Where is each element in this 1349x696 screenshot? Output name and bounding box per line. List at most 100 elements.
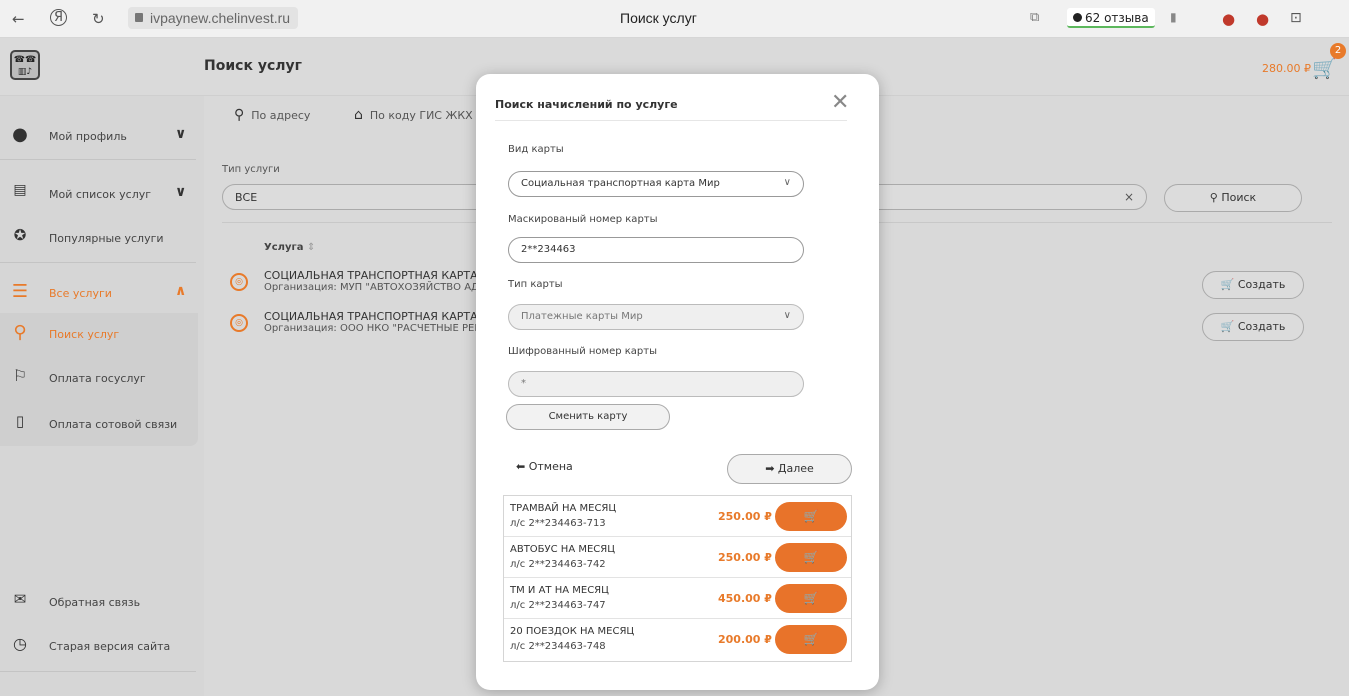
sidebar-item-label: Мой список услуг bbox=[49, 188, 152, 201]
chevron-up-icon[interactable]: ∧ bbox=[175, 283, 186, 299]
sidebar-item-label: Все услуги bbox=[49, 287, 112, 300]
lock-icon bbox=[135, 13, 143, 22]
logo-icon[interactable]: ☎☎ ▥♪ bbox=[10, 50, 40, 80]
sidebar-item-popular[interactable]: ✪ Популярные услуги bbox=[0, 218, 204, 258]
card-icon: ◎ bbox=[230, 314, 248, 332]
service-org: Организация: ООО НКО "РАСЧЕТНЫЕ РЕШ bbox=[264, 323, 486, 334]
extension-icon[interactable]: ● bbox=[1256, 10, 1269, 28]
cart-icon[interactable]: 🛒 bbox=[1312, 56, 1337, 80]
table-row: ТМ И АТ НА МЕСЯЦ л/с 2**234463-747 450.0… bbox=[504, 578, 851, 619]
sidebar-item-my-services[interactable]: ▤ Мой список услуг ∨ bbox=[0, 174, 204, 214]
service-org: Организация: МУП "АВТОХОЗЯЙСТВО АДМ bbox=[264, 282, 488, 293]
service-type-value: ВСЕ bbox=[235, 191, 258, 204]
add-to-cart-button[interactable]: 🛒 bbox=[775, 625, 847, 654]
tabs-icon[interactable]: ⧉ bbox=[1030, 10, 1039, 25]
service-title: СОЦИАЛЬНАЯ ТРАНСПОРТНАЯ КАРТА М bbox=[264, 269, 491, 282]
flag-icon: ⚐ bbox=[12, 366, 28, 385]
clear-icon[interactable]: × bbox=[1124, 190, 1134, 204]
tab-by-address[interactable]: ⚲ По адресу bbox=[234, 107, 310, 123]
divider bbox=[0, 159, 196, 160]
card-kind-select[interactable]: Социальная транспортная карта Мир ∨ bbox=[508, 171, 804, 197]
sidebar-item-old-site[interactable]: ◷ Старая версия сайта bbox=[0, 626, 204, 666]
chevron-down-icon: ∨ bbox=[783, 177, 791, 188]
results-table: ТРАМВАЙ НА МЕСЯЦ л/с 2**234463-713 250.0… bbox=[503, 495, 852, 662]
service-type-label: Тип услуги bbox=[222, 164, 280, 175]
back-arrow-icon: ⬅ bbox=[516, 460, 526, 473]
list-icon: ☰ bbox=[11, 281, 29, 302]
masked-number-label: Маскированый номер карты bbox=[508, 214, 658, 225]
divider bbox=[0, 262, 196, 263]
sidebar-item-label: Популярные услуги bbox=[49, 232, 164, 245]
puzzle-icon[interactable]: ⊡ bbox=[1290, 10, 1302, 26]
modal-title: Поиск начислений по услуге bbox=[495, 98, 678, 111]
sidebar: ● Мой профиль ∨ ▤ Мой список услуг ∨ ✪ П… bbox=[0, 96, 204, 696]
sidebar-item-search-services[interactable]: ⚲ Поиск услуг bbox=[0, 314, 204, 354]
search-button[interactable]: ⚲ Поиск bbox=[1164, 184, 1302, 212]
url-text: ivpaynew.chelinvest.ru bbox=[150, 10, 291, 26]
sidebar-item-label: Поиск услуг bbox=[49, 328, 120, 341]
comment-icon bbox=[1073, 13, 1082, 22]
cart-total[interactable]: 280.00 ₽ bbox=[1262, 62, 1311, 75]
tab-title: Поиск услуг bbox=[620, 10, 697, 26]
browser-chrome: ← Я ↻ ivpaynew.chelinvest.ru Поиск услуг… bbox=[0, 0, 1349, 38]
add-to-cart-button[interactable]: 🛒 bbox=[775, 543, 847, 572]
phone-icon: ▯ bbox=[15, 412, 25, 430]
add-to-cart-button[interactable]: 🛒 bbox=[775, 584, 847, 613]
address-bar[interactable]: ivpaynew.chelinvest.ru bbox=[128, 7, 299, 29]
cancel-button[interactable]: ⬅ Отмена bbox=[516, 460, 573, 473]
sidebar-item-gov-payments[interactable]: ⚐ Оплата госуслуг bbox=[0, 358, 204, 398]
result-name: 20 ПОЕЗДОК НА МЕСЯЦ bbox=[510, 626, 635, 637]
yandex-icon[interactable]: Я bbox=[50, 9, 67, 26]
result-account: л/с 2**234463-713 bbox=[510, 518, 606, 529]
back-icon[interactable]: ← bbox=[12, 10, 25, 28]
change-card-button[interactable]: Сменить карту bbox=[506, 404, 670, 430]
service-title: СОЦИАЛЬНАЯ ТРАНСПОРТНАЯ КАРТА М bbox=[264, 310, 491, 323]
sidebar-item-all-services[interactable]: ☰ Все услуги ∧ bbox=[0, 273, 204, 313]
sidebar-item-label: Оплата госуслуг bbox=[49, 372, 146, 385]
sidebar-item-label: Обратная связь bbox=[49, 596, 141, 609]
chevron-down-icon[interactable]: ∨ bbox=[175, 126, 186, 142]
card-type-value: Платежные карты Мир bbox=[521, 311, 643, 322]
reviews-badge[interactable]: 62 отзыва bbox=[1067, 8, 1155, 28]
column-header-service[interactable]: Услуга ⇕ bbox=[264, 242, 315, 253]
sidebar-item-mobile-payments[interactable]: ▯ Оплата сотовой связи bbox=[0, 404, 204, 444]
encrypted-number-field[interactable]: * bbox=[508, 371, 804, 397]
sidebar-item-label: Старая версия сайта bbox=[49, 640, 171, 653]
chevron-down-icon[interactable]: ∨ bbox=[175, 184, 186, 200]
create-button-label: Создать bbox=[1237, 278, 1286, 291]
tab-by-gis-code[interactable]: ⌂ По коду ГИС ЖКХ bbox=[354, 107, 473, 123]
card-kind-label: Вид карты bbox=[508, 144, 564, 155]
create-button-label: Создать bbox=[1237, 320, 1286, 333]
result-name: ТМ И АТ НА МЕСЯЦ bbox=[510, 585, 609, 596]
chevron-down-icon: ∨ bbox=[783, 310, 791, 321]
card-type-select[interactable]: Платежные карты Мир ∨ bbox=[508, 304, 804, 330]
sort-icon: ⇕ bbox=[306, 242, 316, 253]
close-icon[interactable]: ✕ bbox=[831, 90, 849, 115]
divider bbox=[495, 120, 847, 121]
card-type-label: Тип карты bbox=[508, 279, 563, 290]
next-button-label: Далее bbox=[777, 462, 814, 475]
result-account: л/с 2**234463-747 bbox=[510, 600, 606, 611]
sidebar-item-profile[interactable]: ● Мой профиль ∨ bbox=[0, 116, 204, 156]
cart-icon: 🛒 bbox=[1220, 278, 1235, 291]
card-kind-value: Социальная транспортная карта Мир bbox=[521, 178, 720, 189]
user-icon: ● bbox=[12, 124, 28, 145]
forward-arrow-icon: ➡ bbox=[765, 462, 775, 475]
cart-count-badge: 2 bbox=[1330, 43, 1346, 59]
next-button[interactable]: ➡ Далее bbox=[727, 454, 852, 484]
table-row: ТРАМВАЙ НА МЕСЯЦ л/с 2**234463-713 250.0… bbox=[504, 496, 851, 537]
bookmark-icon[interactable]: ▮ bbox=[1170, 10, 1177, 24]
location-pin-icon: ⚲ bbox=[234, 107, 245, 123]
search-button-label: Поиск bbox=[1221, 191, 1257, 204]
search-icon: ⚲ bbox=[1209, 191, 1218, 204]
create-button[interactable]: 🛒 Создать bbox=[1202, 313, 1304, 341]
extension-icon[interactable]: ● bbox=[1222, 10, 1235, 28]
reload-icon[interactable]: ↻ bbox=[92, 10, 105, 28]
id-card-icon: ▤ bbox=[13, 182, 27, 198]
add-to-cart-button[interactable]: 🛒 bbox=[775, 502, 847, 531]
result-price: 250.00 ₽ bbox=[718, 551, 772, 564]
result-price: 200.00 ₽ bbox=[718, 633, 772, 646]
masked-number-field[interactable]: 2**234463 bbox=[508, 237, 804, 263]
sidebar-item-feedback[interactable]: ✉ Обратная связь bbox=[0, 582, 204, 622]
create-button[interactable]: 🛒 Создать bbox=[1202, 271, 1304, 299]
